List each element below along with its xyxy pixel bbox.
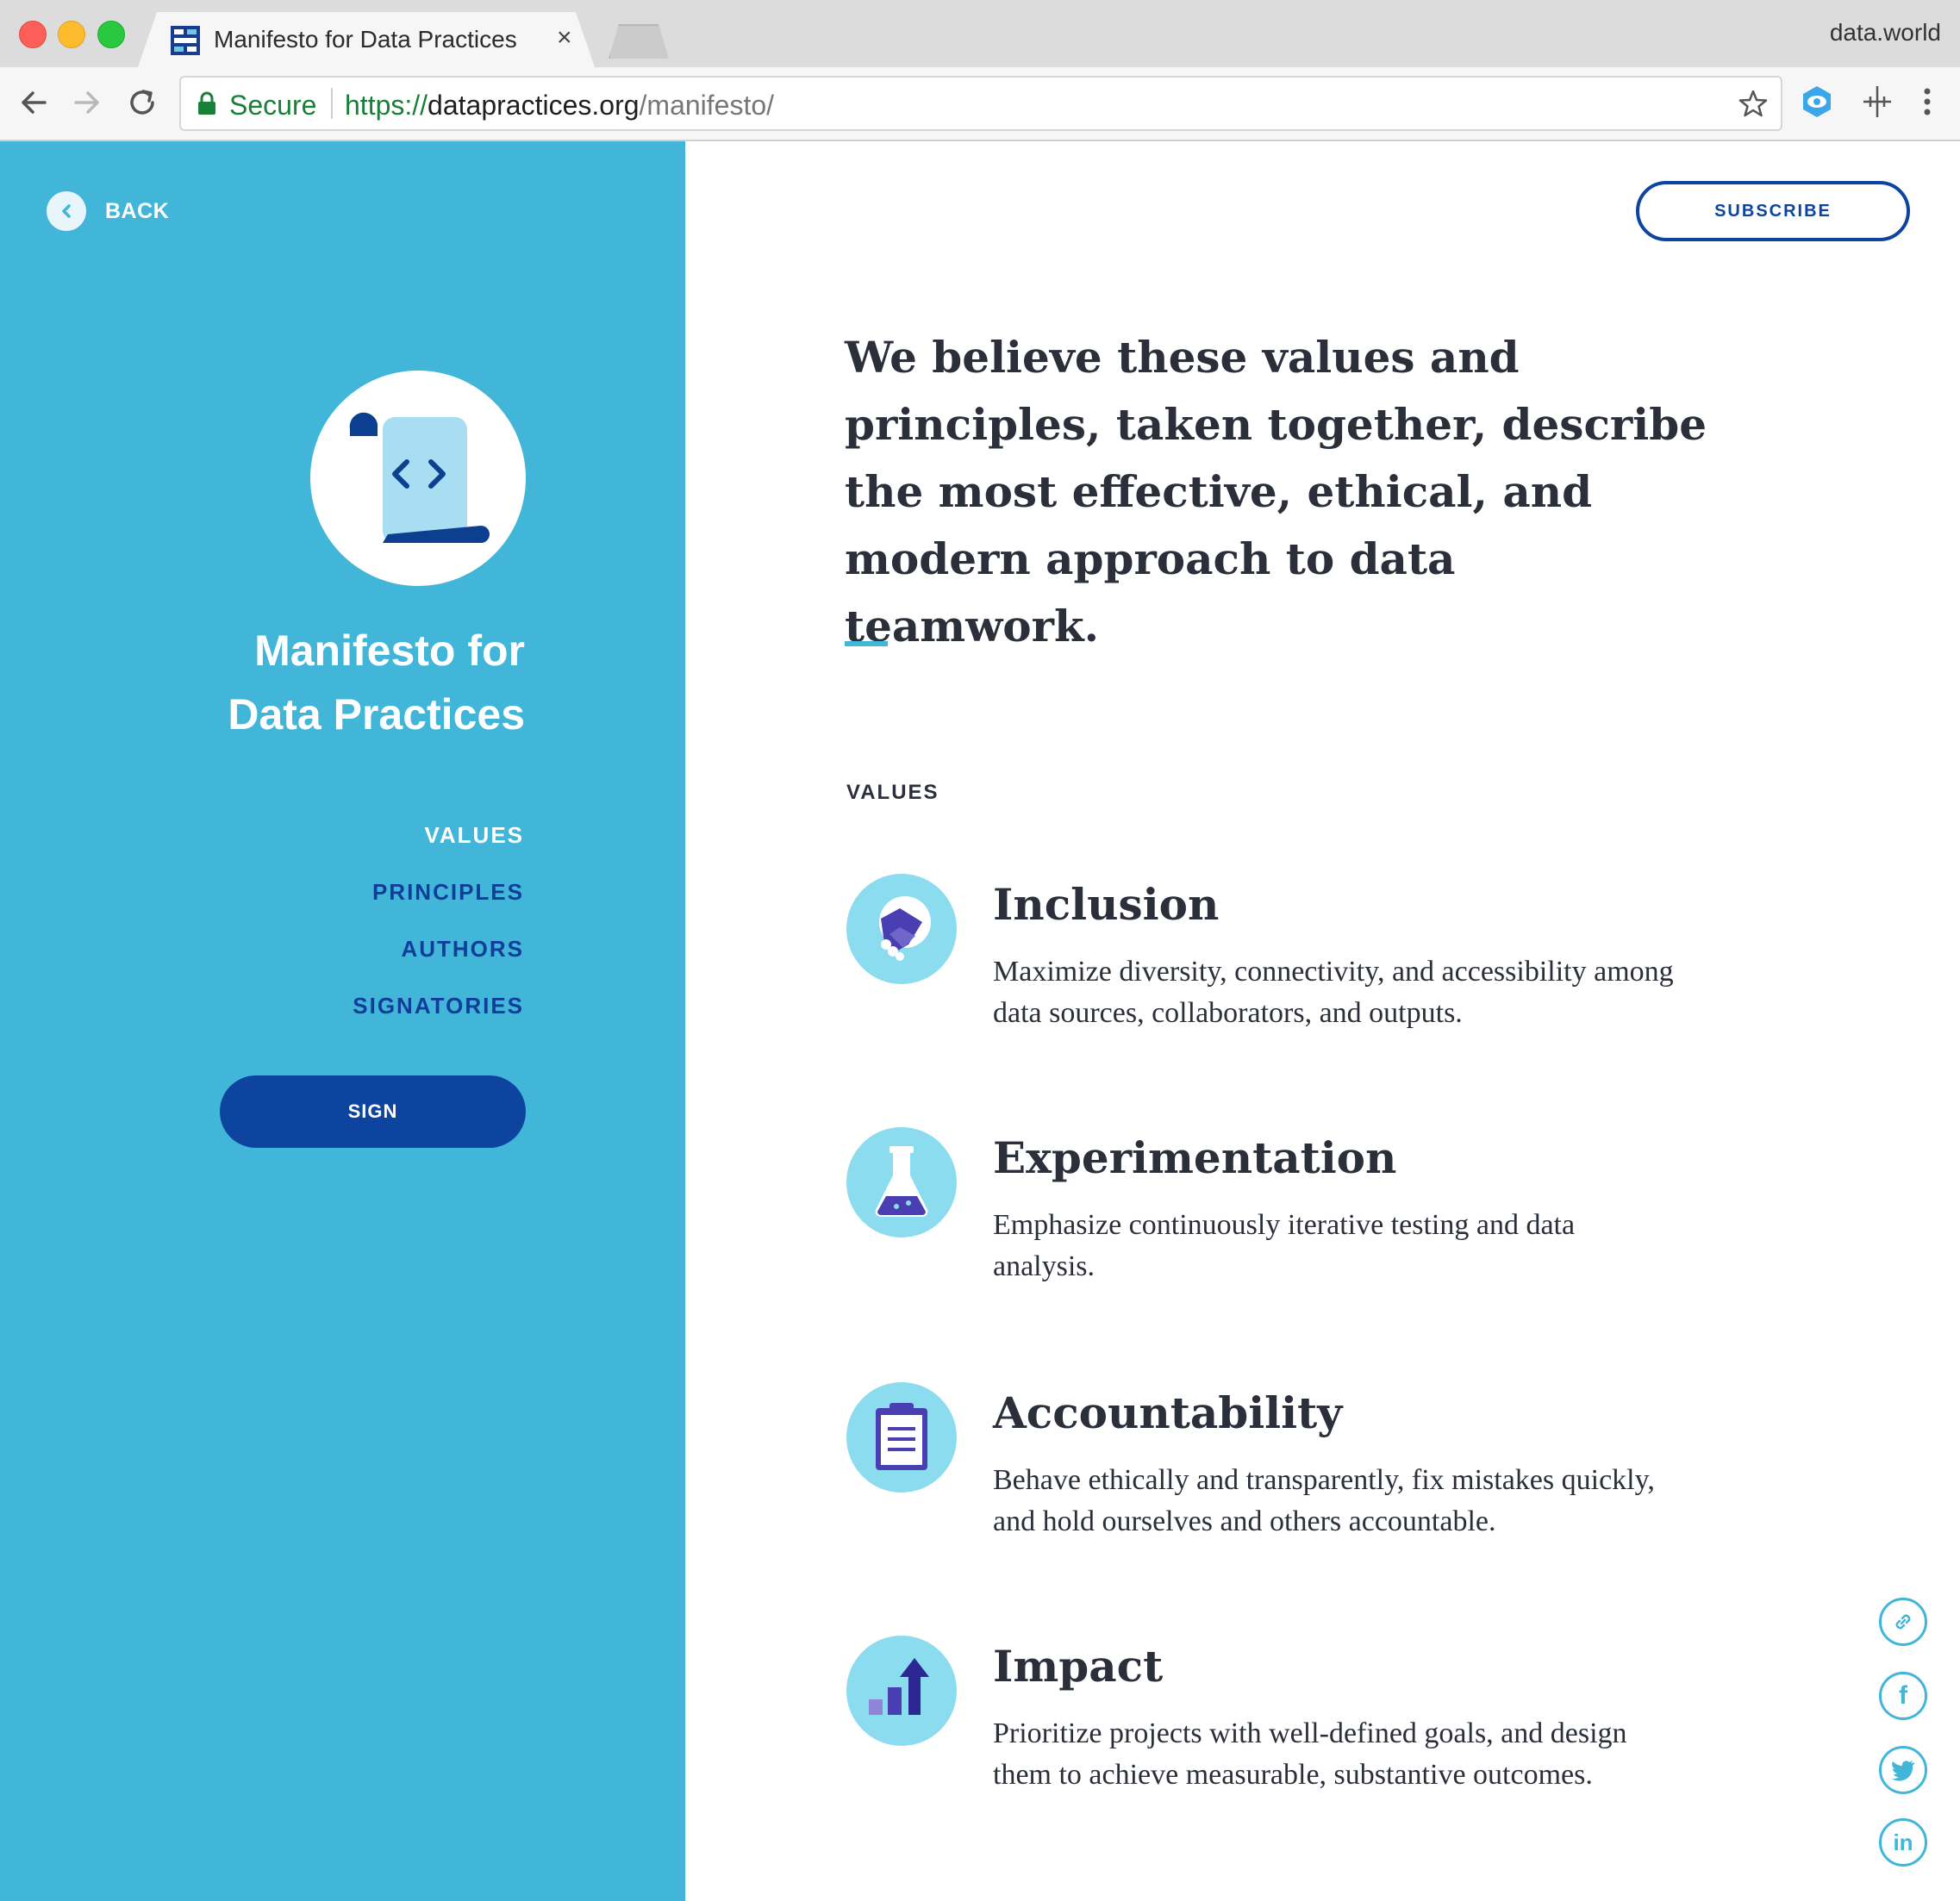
value-description: Behave ethically and transparently, fix … (993, 1464, 1655, 1537)
value-item: Inclusion Maximize diversity, connectivi… (846, 874, 1708, 1081)
scroll-code-icon (349, 412, 490, 543)
sidebar-item-principles[interactable]: PRINCIPLES (353, 863, 524, 920)
lock-icon (198, 91, 215, 115)
sidebar-nav: VALUES PRINCIPLES AUTHORS SIGNATORIES (353, 807, 524, 1034)
browser-tab-bar: Manifesto for Data Practices × data.worl… (0, 0, 1960, 67)
back-chevron-icon (47, 191, 86, 231)
new-tab-button[interactable] (609, 24, 669, 59)
value-item: Experimentation Emphasize continuously i… (846, 1127, 1708, 1334)
window-minimize-button[interactable] (58, 21, 85, 48)
sidebar: BACK Manifesto for Data Practices VALUES… (0, 141, 685, 1901)
browser-profile-name[interactable]: data.world (1830, 19, 1941, 47)
value-title: Experimentation (993, 1132, 1397, 1183)
extension-eye-icon[interactable] (1798, 83, 1836, 121)
facebook-glyph: f (1899, 1681, 1907, 1710)
subscribe-button[interactable]: SUBSCRIBE (1636, 181, 1910, 241)
site-title-line-2: Data Practices (228, 690, 525, 739)
extension-crosshair-icon[interactable] (1858, 83, 1896, 121)
intro-divider (845, 641, 888, 646)
back-label: BACK (105, 198, 170, 223)
back-arrow-icon[interactable] (16, 84, 52, 121)
bar-chart-arrow-icon (846, 1636, 957, 1746)
facebook-icon[interactable]: f (1879, 1672, 1927, 1720)
sidebar-item-values[interactable]: VALUES (353, 807, 524, 863)
url-scheme: https:// (345, 90, 428, 121)
window-close-button[interactable] (19, 21, 47, 48)
sidebar-item-authors[interactable]: AUTHORS (353, 920, 524, 977)
value-description: Maximize diversity, connectivity, and ac… (993, 956, 1674, 1029)
value-description: Prioritize projects with well-defined go… (993, 1717, 1627, 1791)
value-item: Impact Prioritize projects with well-def… (846, 1636, 1708, 1842)
value-title: Accountability (993, 1387, 1343, 1438)
sidebar-item-signatories[interactable]: SIGNATORIES (353, 977, 524, 1034)
browser-toolbar: Secure https://datapractices.org/manifes… (0, 67, 1960, 141)
tab-close-icon[interactable]: × (557, 22, 572, 53)
menu-kebab-icon[interactable] (1908, 83, 1946, 121)
page-content: BACK Manifesto for Data Practices VALUES… (0, 141, 1960, 1901)
browser-tab-active[interactable]: Manifesto for Data Practices × (138, 12, 595, 67)
url-path: /manifesto/ (639, 90, 775, 121)
value-description: Emphasize continuously iterative testing… (993, 1209, 1576, 1282)
intro-statement: We believe these values and principles, … (845, 332, 1707, 651)
window-zoom-button[interactable] (97, 21, 125, 48)
clipboard-icon (846, 1382, 957, 1493)
linkedin-icon[interactable]: in (1879, 1818, 1927, 1867)
linkedin-glyph: in (1893, 1829, 1913, 1855)
site-title-line-1: Manifesto for (254, 626, 525, 675)
link-icon[interactable] (1879, 1598, 1927, 1646)
secure-label: Secure (229, 90, 317, 121)
section-label-values: VALUES (846, 781, 939, 804)
value-title: Inclusion (993, 879, 1220, 930)
back-link[interactable]: BACK (47, 191, 169, 231)
star-icon[interactable] (1738, 88, 1769, 119)
sign-button[interactable]: SIGN (220, 1075, 526, 1148)
reload-icon[interactable] (124, 84, 160, 121)
twitter-icon[interactable] (1879, 1746, 1927, 1794)
site-title: Manifesto for Data Practices (94, 619, 525, 746)
forward-arrow-icon[interactable] (69, 84, 105, 121)
url-host: datapractices.org (428, 90, 640, 121)
flask-icon (846, 1127, 957, 1237)
value-title: Impact (993, 1641, 1164, 1692)
value-item: Accountability Behave ethically and tran… (846, 1382, 1708, 1589)
tab-title: Manifesto for Data Practices (214, 26, 517, 53)
handshake-icon (846, 874, 957, 984)
manifesto-logo (310, 371, 526, 586)
url-text: https://datapractices.org/manifesto/ (345, 90, 774, 122)
url-separator (331, 88, 333, 119)
address-bar[interactable]: Secure https://datapractices.org/manifes… (179, 76, 1782, 131)
site-favicon-icon (171, 26, 200, 55)
